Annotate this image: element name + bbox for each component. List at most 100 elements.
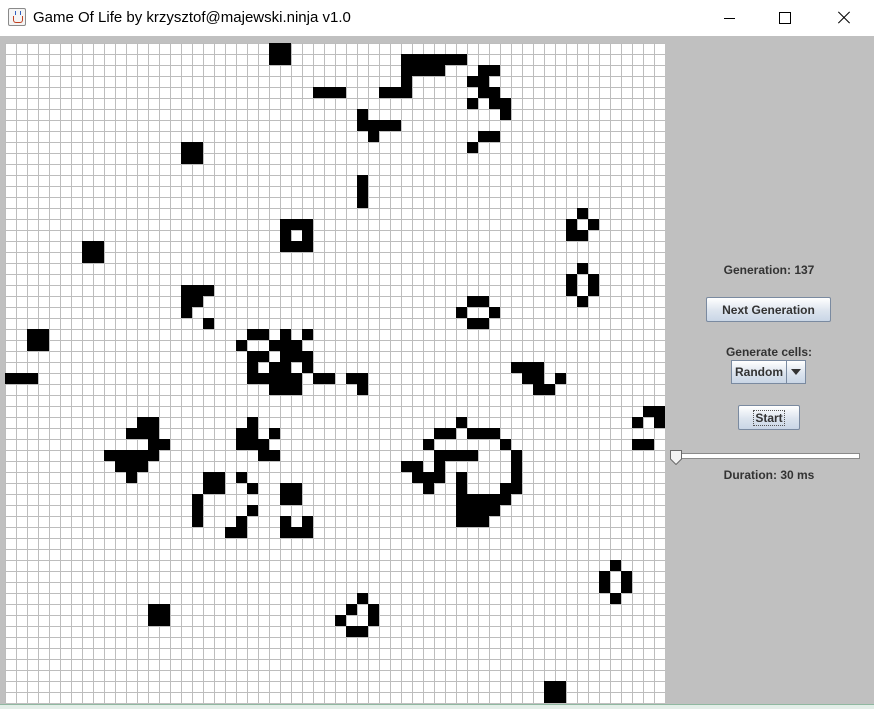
live-cell[interactable]: [445, 54, 456, 65]
live-cell[interactable]: [203, 483, 214, 494]
minimize-button[interactable]: [700, 0, 758, 36]
live-cell[interactable]: [236, 527, 247, 538]
live-cell[interactable]: [478, 428, 489, 439]
live-cell[interactable]: [555, 681, 566, 692]
live-cell[interactable]: [148, 439, 159, 450]
live-cell[interactable]: [291, 384, 302, 395]
live-cell[interactable]: [291, 340, 302, 351]
live-cell[interactable]: [500, 483, 511, 494]
live-cell[interactable]: [456, 483, 467, 494]
live-cell[interactable]: [82, 241, 93, 252]
live-cell[interactable]: [38, 340, 49, 351]
live-cell[interactable]: [181, 296, 192, 307]
live-cell[interactable]: [192, 153, 203, 164]
live-cell[interactable]: [247, 505, 258, 516]
live-cell[interactable]: [456, 307, 467, 318]
live-cell[interactable]: [511, 472, 522, 483]
live-cell[interactable]: [280, 494, 291, 505]
chevron-down-icon[interactable]: [786, 361, 805, 383]
live-cell[interactable]: [434, 54, 445, 65]
live-cell[interactable]: [324, 373, 335, 384]
live-cell[interactable]: [401, 76, 412, 87]
live-cell[interactable]: [434, 461, 445, 472]
live-cell[interactable]: [280, 43, 291, 54]
live-cell[interactable]: [621, 571, 632, 582]
live-cell[interactable]: [467, 494, 478, 505]
live-cell[interactable]: [577, 230, 588, 241]
live-cell[interactable]: [269, 43, 280, 54]
live-cell[interactable]: [511, 461, 522, 472]
live-cell[interactable]: [280, 351, 291, 362]
live-cell[interactable]: [203, 285, 214, 296]
live-cell[interactable]: [632, 417, 643, 428]
live-cell[interactable]: [258, 373, 269, 384]
live-cell[interactable]: [555, 373, 566, 384]
live-cell[interactable]: [456, 505, 467, 516]
live-cell[interactable]: [445, 450, 456, 461]
live-cell[interactable]: [478, 516, 489, 527]
live-cell[interactable]: [335, 87, 346, 98]
live-cell[interactable]: [456, 54, 467, 65]
live-cell[interactable]: [654, 417, 665, 428]
live-cell[interactable]: [192, 285, 203, 296]
live-cell[interactable]: [258, 351, 269, 362]
live-cell[interactable]: [280, 54, 291, 65]
live-cell[interactable]: [368, 615, 379, 626]
live-cell[interactable]: [357, 384, 368, 395]
live-cell[interactable]: [192, 516, 203, 527]
live-cell[interactable]: [423, 65, 434, 76]
live-cell[interactable]: [247, 428, 258, 439]
live-cell[interactable]: [467, 428, 478, 439]
live-cell[interactable]: [269, 373, 280, 384]
live-cell[interactable]: [5, 373, 16, 384]
live-cell[interactable]: [412, 472, 423, 483]
live-cell[interactable]: [434, 472, 445, 483]
live-cell[interactable]: [269, 450, 280, 461]
live-cell[interactable]: [456, 417, 467, 428]
live-cell[interactable]: [269, 54, 280, 65]
live-cell[interactable]: [489, 307, 500, 318]
live-cell[interactable]: [401, 54, 412, 65]
live-cell[interactable]: [500, 98, 511, 109]
live-cell[interactable]: [390, 87, 401, 98]
live-cell[interactable]: [566, 230, 577, 241]
live-cell[interactable]: [93, 241, 104, 252]
live-cell[interactable]: [302, 329, 313, 340]
live-cell[interactable]: [346, 604, 357, 615]
live-cell[interactable]: [148, 615, 159, 626]
live-cell[interactable]: [500, 439, 511, 450]
live-cell[interactable]: [467, 98, 478, 109]
live-cell[interactable]: [247, 417, 258, 428]
live-cell[interactable]: [588, 274, 599, 285]
live-cell[interactable]: [291, 241, 302, 252]
live-cell[interactable]: [412, 461, 423, 472]
live-cell[interactable]: [280, 516, 291, 527]
live-cell[interactable]: [291, 483, 302, 494]
live-cell[interactable]: [280, 219, 291, 230]
live-cell[interactable]: [555, 692, 566, 703]
duration-slider-track[interactable]: [672, 453, 860, 459]
live-cell[interactable]: [500, 109, 511, 120]
live-cell[interactable]: [269, 384, 280, 395]
live-cell[interactable]: [247, 329, 258, 340]
live-cell[interactable]: [115, 450, 126, 461]
live-cell[interactable]: [82, 252, 93, 263]
live-cell[interactable]: [225, 527, 236, 538]
live-cell[interactable]: [192, 505, 203, 516]
live-cell[interactable]: [478, 87, 489, 98]
live-cell[interactable]: [434, 65, 445, 76]
live-cell[interactable]: [346, 626, 357, 637]
live-cell[interactable]: [247, 362, 258, 373]
live-cell[interactable]: [126, 472, 137, 483]
live-cell[interactable]: [544, 681, 555, 692]
live-cell[interactable]: [412, 54, 423, 65]
live-cell[interactable]: [566, 285, 577, 296]
live-cell[interactable]: [313, 87, 324, 98]
live-cell[interactable]: [258, 329, 269, 340]
live-cell[interactable]: [489, 65, 500, 76]
live-cell[interactable]: [511, 483, 522, 494]
live-cell[interactable]: [291, 219, 302, 230]
live-cell[interactable]: [203, 318, 214, 329]
live-cell[interactable]: [467, 318, 478, 329]
live-cell[interactable]: [489, 131, 500, 142]
